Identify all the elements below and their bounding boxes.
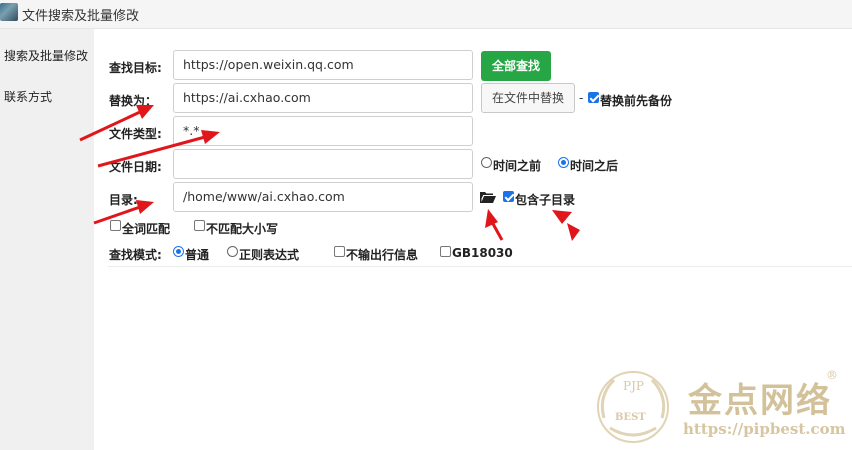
arrow-subdirs-tip xyxy=(567,223,580,241)
arrow-subdirs-head xyxy=(552,210,572,224)
arrow-filetype xyxy=(97,135,206,168)
arrow-folder xyxy=(490,221,504,241)
watermark-url: https://pipbest.com xyxy=(683,420,846,438)
arrow-replace xyxy=(79,110,141,142)
watermark-badge-top: PJP xyxy=(623,379,644,393)
watermark-registered: ® xyxy=(826,368,838,382)
arrow-directory xyxy=(93,205,141,225)
arrow-folder-head xyxy=(485,209,498,228)
watermark-badge-bottom: BEST xyxy=(615,412,646,423)
arrow-directory-head xyxy=(136,200,154,214)
arrow-filetype-head xyxy=(201,130,220,144)
watermark-brand: 金点网络 xyxy=(688,381,832,421)
